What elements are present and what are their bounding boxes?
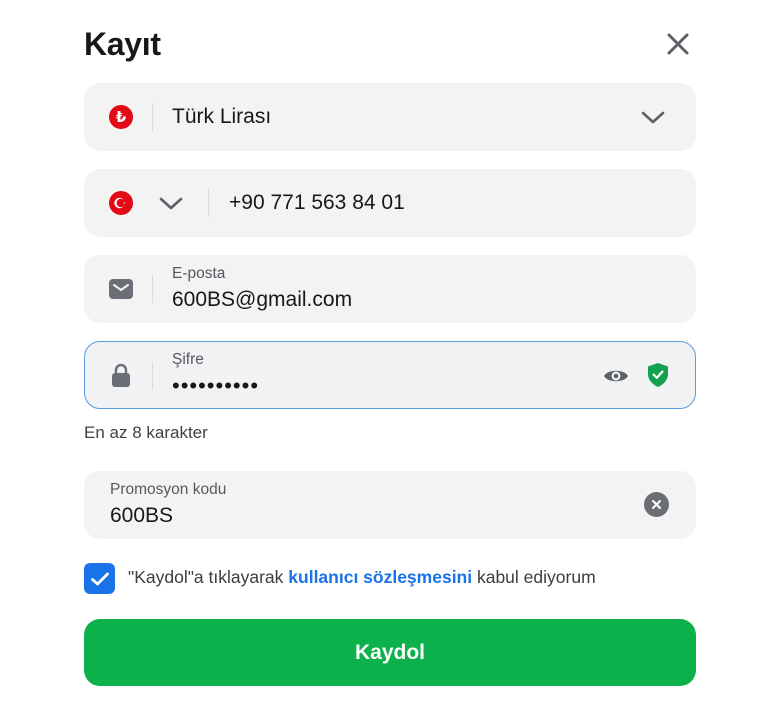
agreement-prefix: "Kaydol"a tıklayarak xyxy=(128,567,289,587)
promo-code-field[interactable]: Promosyon kodu 600BS xyxy=(84,471,696,539)
email-label: E-posta xyxy=(172,265,226,282)
chevron-down-icon xyxy=(641,111,665,124)
close-button[interactable] xyxy=(662,28,694,60)
phone-field[interactable]: +90 771 563 84 01 xyxy=(84,169,696,237)
checkmark-icon xyxy=(90,572,109,585)
agreement-text: "Kaydol"a tıklayarak kullanıcı sözleşmes… xyxy=(128,567,596,588)
clear-promo-button[interactable] xyxy=(644,492,669,517)
password-label: Şifre xyxy=(172,351,204,368)
register-button[interactable]: Kaydol xyxy=(84,619,696,686)
eye-icon xyxy=(604,370,628,382)
email-field[interactable]: E-posta 600BS@gmail.com xyxy=(84,255,696,323)
shield-check-icon xyxy=(648,363,668,387)
divider xyxy=(152,275,153,303)
show-password-button[interactable] xyxy=(601,362,631,390)
lock-icon xyxy=(108,362,134,388)
email-value[interactable]: 600BS@gmail.com xyxy=(172,288,352,312)
close-icon xyxy=(667,33,689,55)
country-code-dropdown[interactable] xyxy=(156,189,186,217)
turkey-flag-icon xyxy=(108,190,134,216)
promo-value[interactable]: 600BS xyxy=(110,504,173,528)
password-hint: En az 8 karakter xyxy=(84,423,208,442)
phone-value[interactable]: +90 771 563 84 01 xyxy=(229,191,405,215)
dialog-title: Kayıt xyxy=(84,26,161,62)
agreement-suffix: kabul ediyorum xyxy=(472,567,596,587)
password-field[interactable]: Şifre •••••••••• xyxy=(84,341,696,409)
currency-symbol: ₺ xyxy=(116,108,127,126)
promo-label: Promosyon kodu xyxy=(110,481,227,498)
clear-icon xyxy=(652,500,661,509)
agreement-checkbox[interactable] xyxy=(84,563,115,594)
password-value[interactable]: •••••••••• xyxy=(172,373,259,399)
divider xyxy=(208,189,209,217)
currency-select[interactable]: ₺ Türk Lirası xyxy=(84,83,696,151)
divider xyxy=(152,103,153,131)
user-agreement-link[interactable]: kullanıcı sözleşmesini xyxy=(288,567,472,587)
chevron-down-icon xyxy=(159,197,183,210)
divider xyxy=(152,362,153,390)
lira-icon: ₺ xyxy=(108,104,134,130)
currency-value: Türk Lirası xyxy=(172,105,272,128)
mail-icon xyxy=(108,276,134,302)
